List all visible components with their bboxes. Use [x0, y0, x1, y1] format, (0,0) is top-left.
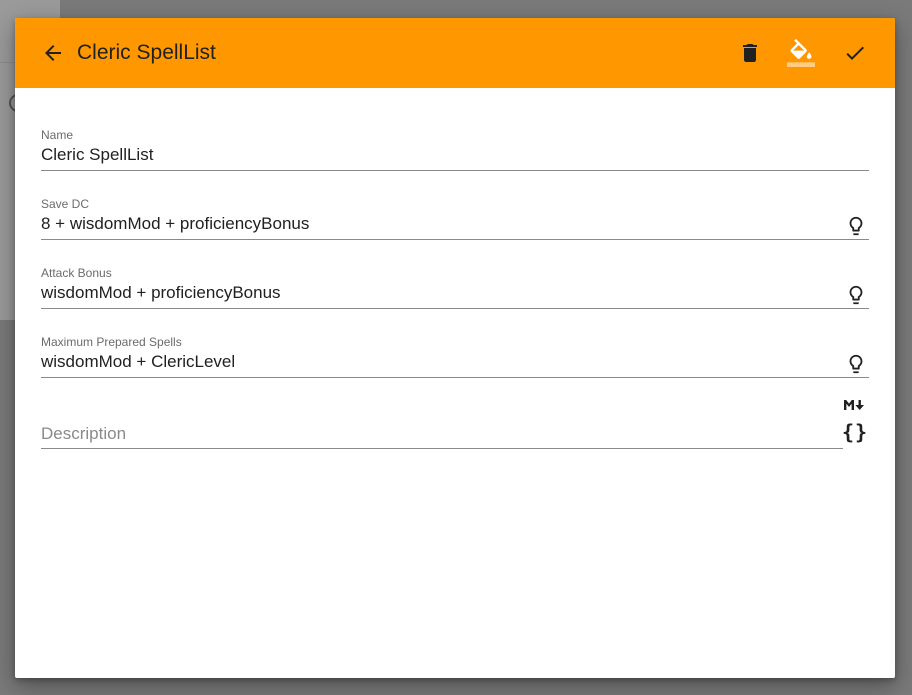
delete-button[interactable]	[736, 39, 764, 67]
attack-bonus-underline	[41, 308, 869, 309]
arrow-back-icon	[45, 45, 61, 61]
max-prepared-underline	[41, 377, 869, 378]
description-underline	[41, 448, 843, 449]
format-color-fill-icon	[787, 39, 815, 67]
max-prepared-label: Maximum Prepared Spells	[41, 335, 182, 349]
attack-bonus-label: Attack Bonus	[41, 266, 112, 280]
save-dc-input[interactable]: 8 + wisdomMod + proficiencyBonus	[41, 213, 831, 235]
back-button[interactable]	[39, 39, 67, 67]
save-dc-label: Save DC	[41, 197, 90, 211]
dialog-title: Cleric SpellList	[77, 41, 216, 64]
max-prepared-hint-button[interactable]	[845, 352, 867, 376]
name-label: Name	[41, 128, 74, 142]
color-fill-button[interactable]	[787, 39, 815, 67]
name-input[interactable]: Cleric SpellList	[41, 144, 831, 166]
attack-bonus-input[interactable]: wisdomMod + proficiencyBonus	[41, 282, 831, 304]
save-dc-underline	[41, 239, 869, 240]
description-input[interactable]	[41, 422, 831, 446]
code-braces-button[interactable]: {}	[841, 418, 869, 446]
name-underline	[41, 170, 869, 171]
lightbulb-icon	[849, 216, 863, 236]
markdown-indicator	[842, 398, 868, 412]
spell-list-dialog: Cleric SpellList Name Cleric SpellList S…	[15, 18, 895, 678]
save-check-button[interactable]	[841, 39, 869, 67]
dialog-toolbar: Cleric SpellList	[15, 18, 895, 88]
max-prepared-input[interactable]: wisdomMod + ClericLevel	[41, 351, 831, 373]
lightbulb-icon	[849, 285, 863, 305]
attack-bonus-hint-button[interactable]	[845, 283, 867, 307]
delete-icon	[743, 44, 757, 62]
markdown-icon	[844, 400, 864, 410]
save-dc-hint-button[interactable]	[845, 214, 867, 238]
check-icon	[846, 46, 864, 60]
lightbulb-icon	[849, 354, 863, 374]
